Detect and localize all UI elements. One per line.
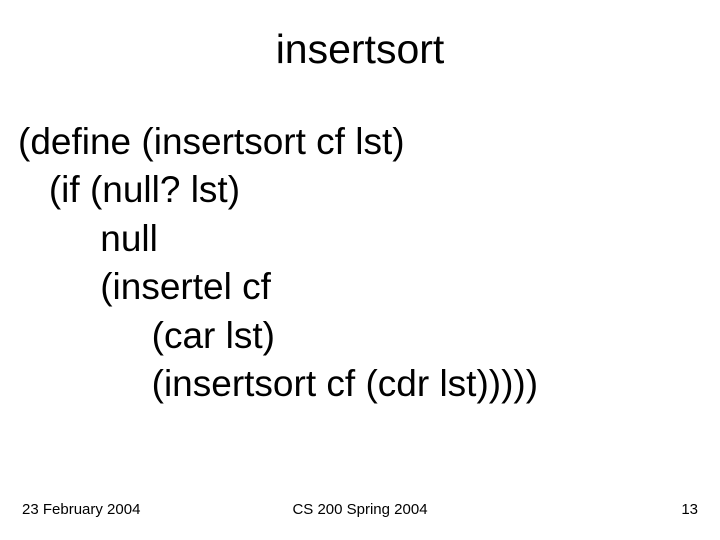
code-block: (define (insertsort cf lst) (if (null? l… (18, 118, 538, 409)
page-number: 13 (681, 501, 698, 518)
footer-course: CS 200 Spring 2004 (0, 501, 720, 518)
slide-title: insertsort (0, 26, 720, 73)
